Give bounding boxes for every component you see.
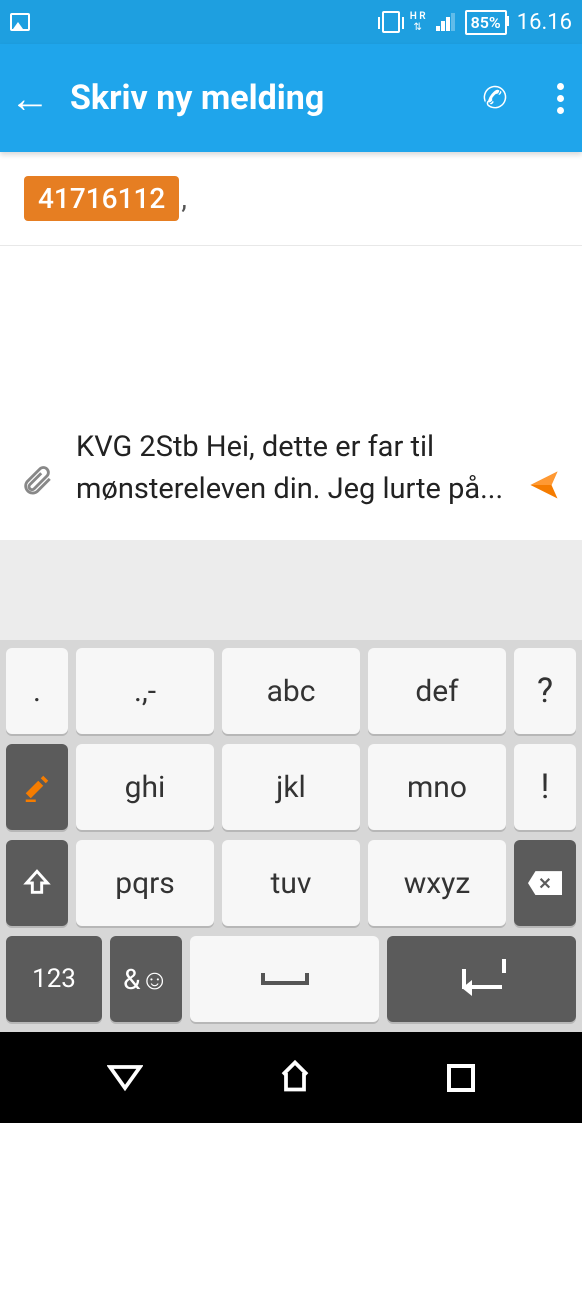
conversation-area [0, 246, 582, 426]
keyboard-suggestion-bar [0, 540, 582, 640]
soft-keyboard: . .,- abc def ? ghi jkl mno ! pqrs tuv w… [0, 640, 582, 1032]
key-backspace-icon[interactable]: ✕ [514, 840, 576, 926]
network-type: H R ⇅ [410, 12, 426, 33]
key-tuv[interactable]: tuv [222, 840, 360, 926]
key-pqrs[interactable]: pqrs [76, 840, 214, 926]
battery-indicator: 85% [465, 10, 507, 35]
page-title: Skriv ny melding [70, 78, 462, 118]
key-ghi[interactable]: ghi [76, 744, 214, 830]
clock: 16.16 [517, 10, 572, 35]
recipient-chip[interactable]: 41716112 [24, 176, 179, 221]
status-bar: H R ⇅ 85% 16.16 [0, 0, 582, 44]
key-edit-icon[interactable] [6, 744, 68, 830]
key-punct[interactable]: .,- [76, 648, 214, 734]
overflow-menu-icon[interactable] [557, 83, 564, 114]
key-123[interactable]: 123 [6, 936, 102, 1022]
key-question[interactable]: ? [514, 648, 576, 734]
recipient-separator: , [181, 182, 187, 215]
back-icon[interactable]: ← [10, 75, 50, 122]
vibrate-icon [382, 11, 400, 33]
message-input[interactable]: KVG 2Stb Hei, dette er far til mønsterel… [70, 426, 510, 510]
picture-icon [10, 13, 30, 31]
attach-icon[interactable] [20, 462, 54, 510]
key-emoji[interactable]: &☺ [110, 936, 182, 1022]
send-icon[interactable] [526, 467, 562, 510]
key-space-icon[interactable] [190, 936, 379, 1022]
nav-bar [0, 1032, 582, 1123]
key-abc[interactable]: abc [222, 648, 360, 734]
nav-recent-icon[interactable] [447, 1064, 475, 1092]
key-enter-icon[interactable] [387, 936, 576, 1022]
key-period[interactable]: . [6, 648, 68, 734]
nav-back-icon[interactable] [107, 1060, 143, 1096]
nav-home-icon[interactable] [276, 1058, 314, 1098]
key-shift-icon[interactable] [6, 840, 68, 926]
recipient-field[interactable]: 41716112, [0, 152, 582, 246]
key-mno[interactable]: mno [368, 744, 506, 830]
key-exclaim[interactable]: ! [514, 744, 576, 830]
call-icon[interactable]: ✆ [478, 78, 511, 118]
signal-icon [436, 13, 455, 31]
key-def[interactable]: def [368, 648, 506, 734]
key-wxyz[interactable]: wxyz [368, 840, 506, 926]
compose-row: KVG 2Stb Hei, dette er far til mønsterel… [0, 426, 582, 540]
title-bar: ← Skriv ny melding ✆ [0, 44, 582, 152]
key-jkl[interactable]: jkl [222, 744, 360, 830]
